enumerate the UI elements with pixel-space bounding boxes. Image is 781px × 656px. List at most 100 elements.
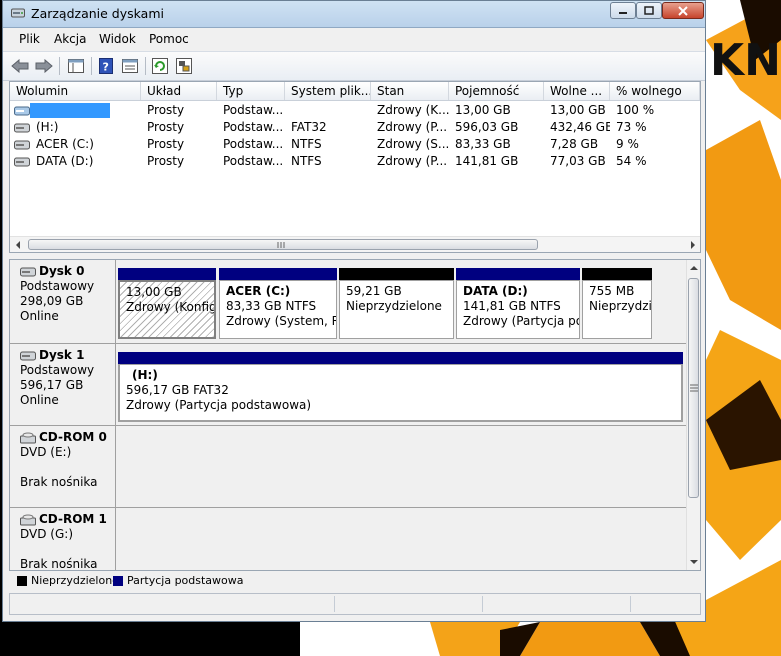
cell-type: Podstaw... [223,103,284,117]
console-tree-button[interactable] [67,57,85,75]
maximize-button[interactable] [636,2,662,19]
column-header-free-space[interactable]: Wolne ... [544,82,610,100]
cell-filesystem: NTFS [291,154,322,168]
cell-volume: (H:) [36,120,59,134]
back-button[interactable] [11,57,29,75]
status-divider [482,596,483,612]
partition-oem[interactable]: 13,00 GB Zdrowy (Konfigu [118,268,216,339]
partition-type-bar [118,352,683,364]
partition-data-d[interactable]: DATA (D:) 141,81 GB NTFS Zdrowy (Partycj… [456,268,580,339]
column-header-layout[interactable]: Układ [141,82,217,100]
disk-graphical-view: Dysk 0 Podstawowy 298,09 GB Online 13,00… [9,259,701,571]
minimize-button[interactable] [610,2,636,19]
partition-status: Nieprzydzielone [346,299,442,313]
hard-disk-icon [20,267,36,276]
cdrom-1-label[interactable]: CD-ROM 1 DVD (G:) Brak nośnika [10,508,116,571]
window-title: Zarządzanie dyskami [31,6,164,21]
cell-layout: Prosty [147,154,185,168]
cell-free-space: 13,00 GB [550,103,606,117]
disk-kind: DVD (E:) [20,445,72,459]
partition-title: ACER (C:) [226,284,291,298]
cell-layout: Prosty [147,137,185,151]
disk-1-label[interactable]: Dysk 1 Podstawowy 596,17 GB Online [10,344,116,426]
cdrom-1-media-area [116,508,686,570]
minimize-icon [619,11,627,14]
disk-state: Brak nośnika [20,475,98,489]
table-row[interactable]: ACER (C:) Prosty Podstaw... NTFS Zdrowy … [10,136,700,153]
partition-type-bar [339,268,454,280]
close-icon [678,5,688,16]
refresh-button[interactable] [151,57,169,75]
toolbar-separator [59,57,60,75]
cell-percent-free: 73 % [616,120,647,134]
cell-layout: Prosty [147,120,185,134]
legend-swatch-unallocated [17,576,27,586]
horizontal-scroll-thumb[interactable] [28,239,538,250]
settings-button[interactable] [175,57,193,75]
cell-type: Podstaw... [223,120,284,134]
partition-unallocated-small[interactable]: 755 MB Nieprzydzi [582,268,652,339]
partition-info: ACER (C:) 83,33 GB NTFS Zdrowy (System, … [219,280,337,339]
partition-size: 596,17 GB FAT32 [126,383,229,397]
help-topics-button[interactable] [121,57,139,75]
vertical-scroll-thumb[interactable] [688,278,699,498]
partition-unallocated[interactable]: 59,21 GB Nieprzydzielone [339,268,454,339]
help-button[interactable]: ? [97,57,115,75]
cdrom-0-label[interactable]: CD-ROM 0 DVD (E:) Brak nośnika [10,426,116,508]
partition-size: 755 MB [589,284,635,298]
cell-filesystem: FAT32 [291,120,327,134]
menu-view[interactable]: Widok [99,32,136,46]
properties-icon [68,59,84,73]
disk-management-app-icon [11,8,25,18]
cell-free-space: 7,28 GB [550,137,599,151]
horizontal-scrollbar[interactable] [10,236,700,252]
cdrom-0-name-row: CD-ROM 0 [20,430,115,445]
legend-label-unallocated: Nieprzydzielone [31,574,119,587]
column-header-capacity[interactable]: Pojemność [449,82,544,100]
volume-icon [14,140,30,150]
menu-action[interactable]: Akcja [54,32,86,46]
vertical-scrollbar[interactable] [686,260,700,570]
partition-acer-c[interactable]: ACER (C:) 83,33 GB NTFS Zdrowy (System, … [219,268,337,339]
column-header-percent-free[interactable]: % wolnego [610,82,700,100]
cell-free-space: 77,03 GB [550,154,606,168]
settings-icon [176,58,192,74]
cell-type: Podstaw... [223,154,284,168]
svg-text:KN: KN [710,35,781,86]
grip-icon [277,242,285,248]
menu-file[interactable]: Plik [19,32,40,46]
disk-state: Brak nośnika [20,557,98,571]
disk-size: 298,09 GB [20,294,84,308]
scroll-right-icon[interactable] [689,240,697,250]
disk-1-partitions: (H:) 596,17 GB FAT32 Zdrowy (Partycja po… [116,344,686,426]
disk-name: Dysk 1 [39,348,85,362]
status-divider [630,596,631,612]
partition-title: DATA (D:) [463,284,528,298]
status-bar [9,593,701,615]
column-header-volume[interactable]: Wolumin [10,82,141,100]
volume-icon [14,106,30,116]
scroll-left-icon[interactable] [14,240,22,250]
column-header-status[interactable]: Stan [371,82,449,100]
column-header-filesystem[interactable]: System plik... [285,82,371,100]
disk-0-label[interactable]: Dysk 0 Podstawowy 298,09 GB Online [10,260,116,344]
partition-type-bar [219,268,337,280]
partition-info: 59,21 GB Nieprzydzielone [339,280,454,339]
toolbar: ? [3,51,705,81]
toolbar-separator [91,57,92,75]
help-topics-icon [122,59,138,73]
partition-h[interactable]: (H:) 596,17 GB FAT32 Zdrowy (Partycja po… [118,352,683,422]
column-header-type[interactable]: Typ [217,82,285,100]
disk-0-partitions: 13,00 GB Zdrowy (Konfigu ACER (C:) 83,33… [116,260,686,344]
menu-help[interactable]: Pomoc [149,32,189,46]
close-button[interactable] [662,2,704,19]
scroll-down-icon[interactable] [689,558,699,566]
title-bar[interactable]: Zarządzanie dyskami [3,1,705,28]
scroll-up-icon[interactable] [689,264,699,272]
back-icon [11,59,29,73]
partition-size: 13,00 GB [126,285,182,299]
forward-button[interactable] [35,57,53,75]
table-row[interactable]: (H:) Prosty Podstaw... FAT32 Zdrowy (P..… [10,119,700,136]
table-row[interactable]: DATA (D:) Prosty Podstaw... NTFS Zdrowy … [10,153,700,170]
table-row[interactable]: Prosty Podstaw... Zdrowy (K... 13,00 GB … [10,102,700,119]
